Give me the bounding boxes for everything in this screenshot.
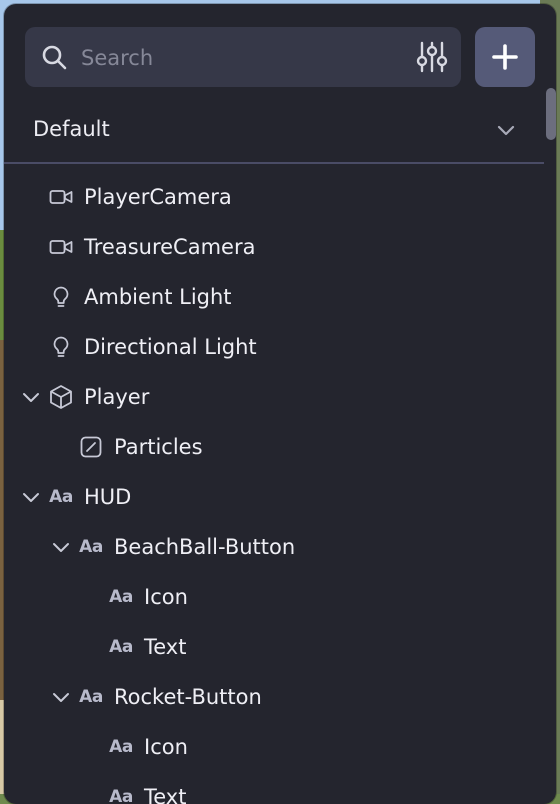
chevron-down-icon[interactable] bbox=[20, 486, 42, 508]
text-icon: Aa bbox=[108, 584, 134, 610]
scrollbar[interactable] bbox=[544, 88, 556, 804]
scene-dropdown[interactable]: Default bbox=[4, 102, 544, 164]
search-icon bbox=[42, 45, 67, 70]
camera-icon bbox=[48, 234, 74, 260]
chevron-down-icon[interactable] bbox=[50, 686, 72, 708]
tree-row[interactable]: TreasureCamera bbox=[4, 222, 544, 272]
tree-row-label: PlayerCamera bbox=[84, 185, 232, 209]
filter-sliders-icon[interactable] bbox=[415, 40, 449, 74]
plus-icon bbox=[492, 44, 518, 70]
scene-dropdown-value: Default bbox=[33, 117, 110, 141]
text-icon: Aa bbox=[108, 734, 134, 760]
text-icon-glyph: Aa bbox=[79, 687, 103, 707]
tree-row[interactable]: PlayerCamera bbox=[4, 172, 544, 222]
add-button[interactable] bbox=[475, 27, 535, 87]
tree-row-label: Text bbox=[144, 635, 187, 659]
tree-row[interactable]: Aa Icon bbox=[4, 722, 544, 772]
lightbulb-icon bbox=[48, 284, 74, 310]
text-icon-glyph: Aa bbox=[109, 637, 133, 657]
cube-icon bbox=[48, 384, 74, 410]
chevron-down-icon[interactable] bbox=[20, 386, 42, 408]
tree-row[interactable]: Ambient Light bbox=[4, 272, 544, 322]
text-icon: Aa bbox=[48, 484, 74, 510]
tree-row[interactable]: Aa Icon bbox=[4, 572, 544, 622]
tree-row[interactable]: Aa BeachBall-Button bbox=[4, 522, 544, 572]
text-icon-glyph: Aa bbox=[109, 737, 133, 757]
tree-row[interactable]: Directional Light bbox=[4, 322, 544, 372]
tree-row-label: TreasureCamera bbox=[84, 235, 256, 259]
tree-row-label: BeachBall-Button bbox=[114, 535, 296, 559]
search-box[interactable] bbox=[25, 27, 461, 87]
text-icon-glyph: Aa bbox=[109, 787, 133, 804]
text-icon: Aa bbox=[78, 534, 104, 560]
text-icon-glyph: Aa bbox=[79, 537, 103, 557]
hierarchy-panel: Default PlayerCamera TreasureCamera Ambien… bbox=[4, 4, 556, 804]
tree-row-label: Text bbox=[144, 785, 187, 804]
camera-icon bbox=[48, 184, 74, 210]
tree-row-label: Icon bbox=[144, 735, 188, 759]
lightbulb-icon bbox=[48, 334, 74, 360]
text-icon: Aa bbox=[108, 634, 134, 660]
tree-row[interactable]: Aa Text bbox=[4, 622, 544, 672]
chevron-down-icon bbox=[497, 125, 515, 136]
tree-row-label: Directional Light bbox=[84, 335, 257, 359]
tree-row-label: HUD bbox=[84, 485, 132, 509]
chevron-down-icon[interactable] bbox=[50, 536, 72, 558]
scrollbar-thumb[interactable] bbox=[546, 88, 556, 140]
search-input[interactable] bbox=[79, 37, 403, 79]
text-icon: Aa bbox=[78, 684, 104, 710]
particles-icon bbox=[78, 434, 104, 460]
tree-row[interactable]: Aa Text bbox=[4, 772, 544, 804]
tree-row-label: Ambient Light bbox=[84, 285, 232, 309]
hierarchy-tree: PlayerCamera TreasureCamera Ambient Light D… bbox=[4, 172, 544, 804]
tree-row-label: Icon bbox=[144, 585, 188, 609]
text-icon-glyph: Aa bbox=[109, 587, 133, 607]
tree-row-label: Player bbox=[84, 385, 150, 409]
tree-row-label: Particles bbox=[114, 435, 203, 459]
tree-row[interactable]: Aa Rocket-Button bbox=[4, 672, 544, 722]
tree-row[interactable]: Player bbox=[4, 372, 544, 422]
text-icon: Aa bbox=[108, 784, 134, 804]
tree-row-label: Rocket-Button bbox=[114, 685, 262, 709]
tree-row[interactable]: Particles bbox=[4, 422, 544, 472]
text-icon-glyph: Aa bbox=[49, 487, 73, 507]
tree-row[interactable]: Aa HUD bbox=[4, 472, 544, 522]
